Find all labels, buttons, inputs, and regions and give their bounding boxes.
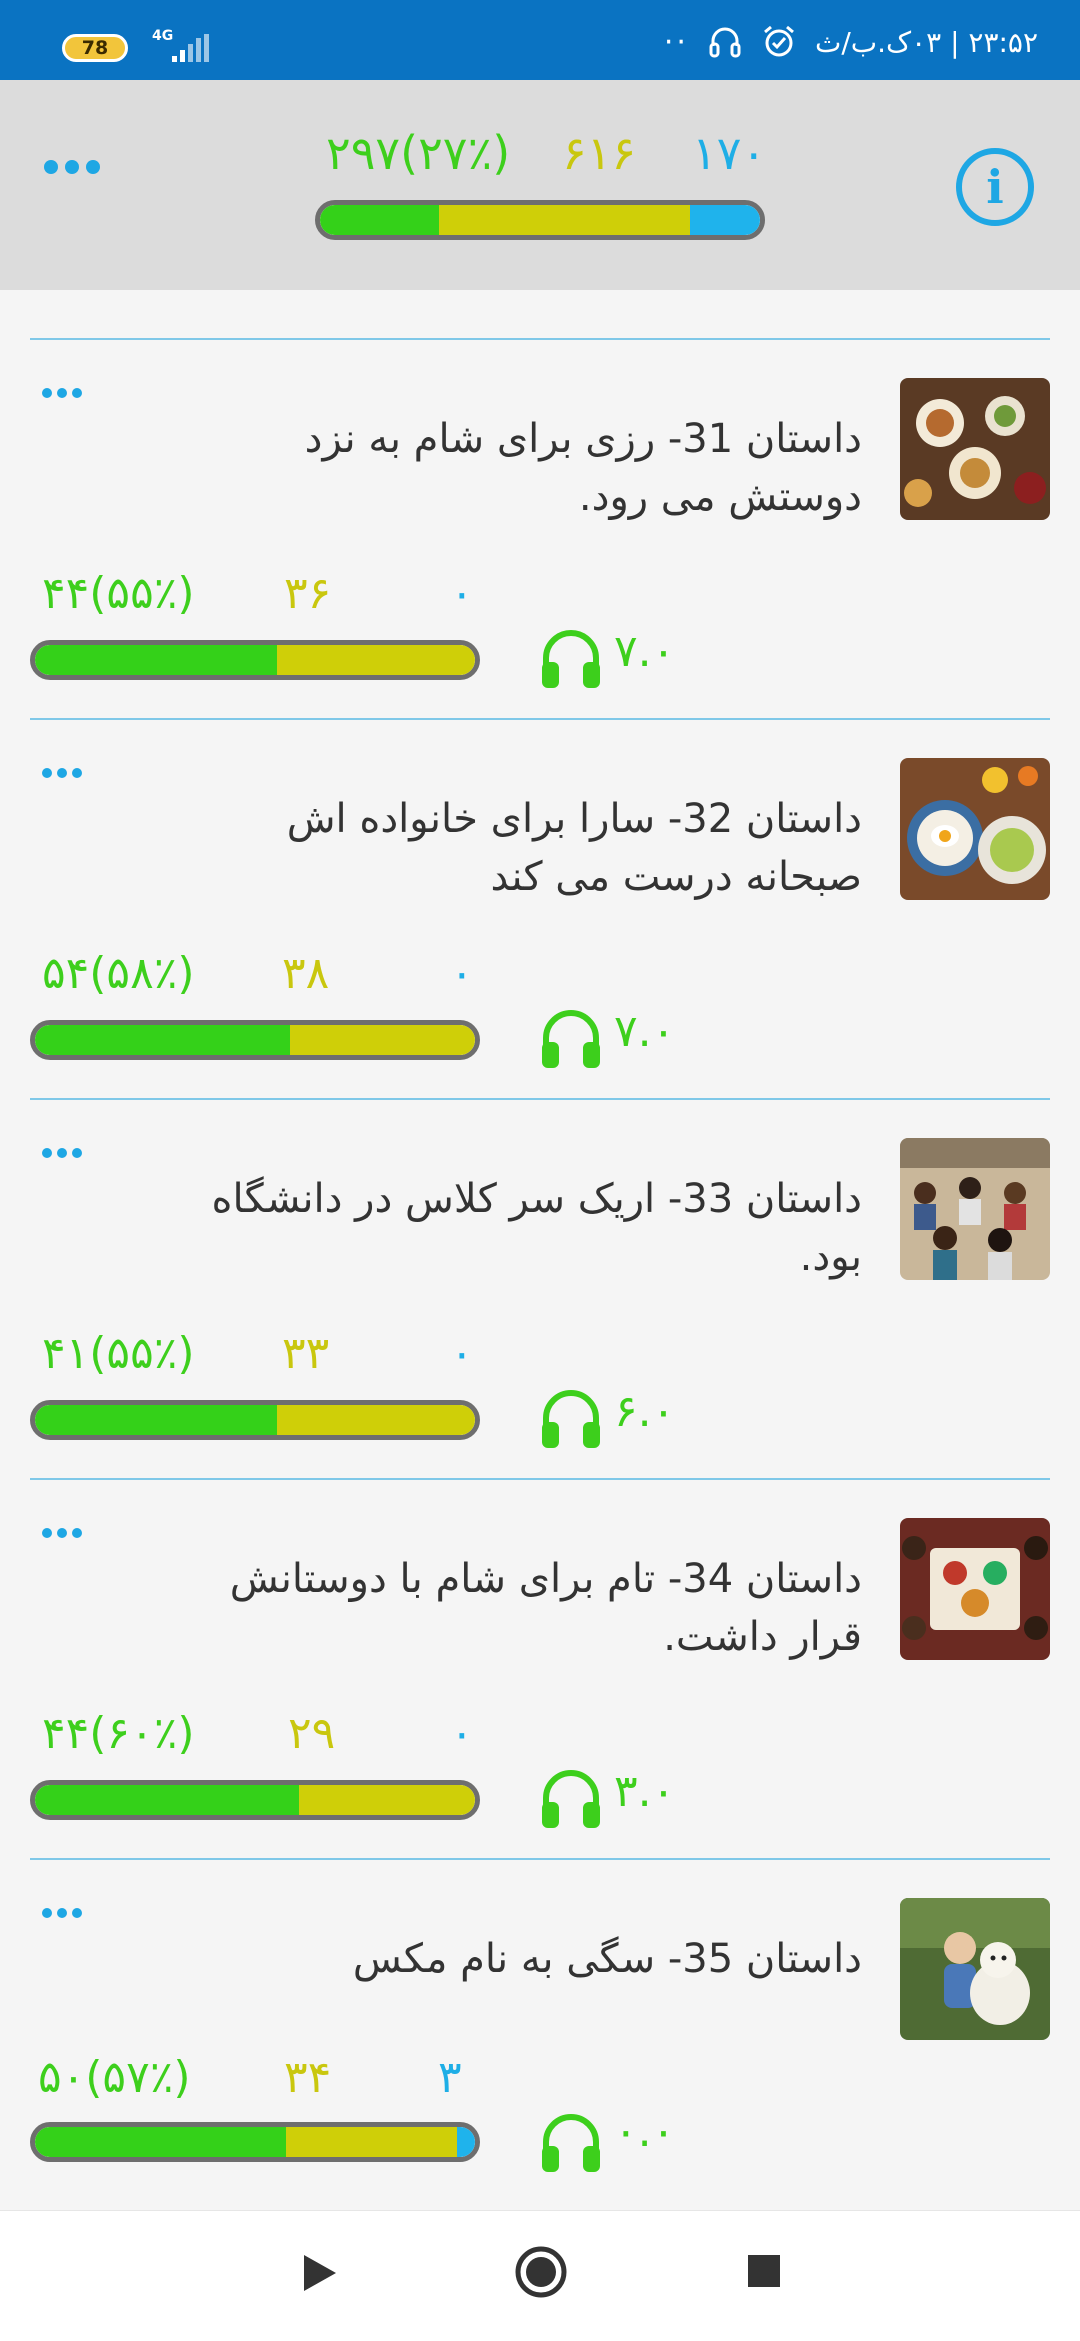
- story-title: داستان 32- سارا برای خانواده اش صبحانه د…: [286, 796, 862, 900]
- story-title: داستان 34- تام برای شام با دوستانش قرار …: [229, 1556, 862, 1660]
- stat-green: ۴۴(۶۰٪): [42, 1708, 195, 1759]
- classroom-photo: [900, 1138, 1050, 1280]
- stat-green: ۵۰(۵۷٪): [38, 2052, 191, 2103]
- breakfast-plates-photo: [900, 758, 1050, 900]
- headphones-status-icon: [709, 27, 741, 58]
- headphones-icon[interactable]: [538, 1766, 604, 1830]
- progress-green: [35, 2127, 286, 2157]
- progress-blue: [689, 205, 760, 235]
- story-duration: ۷.۰: [614, 626, 676, 677]
- stat-yellow: ۳۳: [282, 1328, 330, 1379]
- signal-icon: [172, 34, 209, 62]
- story-stats: ۴۴(۵۵٪) ۳۶ ۰: [30, 568, 474, 624]
- system-nav-bar: [0, 2210, 1080, 2341]
- battery-icon: 78: [62, 34, 128, 62]
- stat-blue: ۳: [438, 2052, 462, 2103]
- stat-yellow: ۳۶: [284, 568, 332, 619]
- story-duration: ۳.۰: [614, 1766, 676, 1817]
- progress-yellow: [277, 1405, 475, 1435]
- alarm-icon: [764, 25, 794, 57]
- progress-yellow: [299, 1785, 475, 1815]
- stat-green: ۴۴(۵۵٪): [42, 568, 195, 619]
- boy-with-dog-photo: [900, 1898, 1050, 2040]
- progress-green: [320, 205, 439, 235]
- story-progress-bar: [30, 1400, 480, 1440]
- progress-green: [35, 1405, 277, 1435]
- stat-blue: ۰: [450, 1328, 474, 1379]
- status-bar: 78 4G ·· ۲۳:۵۲ | ۰۳ک.ب/ث: [0, 0, 1080, 80]
- info-button[interactable]: i: [956, 148, 1034, 226]
- item-more-icon[interactable]: [42, 1148, 82, 1158]
- progress-yellow: [277, 645, 475, 675]
- story-item[interactable]: داستان 32- سارا برای خانواده اش صبحانه د…: [30, 718, 1050, 1100]
- stat-green: ۴۱(۵۵٪): [42, 1328, 195, 1379]
- story-stats: ۵۴(۵۸٪) ۳۸ ۰: [30, 948, 474, 1004]
- story-item[interactable]: داستان 35- سگی به نام مکس ۵۰(۵۷٪) ۳۴ ۳ ۰…: [30, 1858, 1050, 2200]
- item-more-icon[interactable]: [42, 768, 82, 778]
- story-progress-bar: [30, 640, 480, 680]
- stat-yellow: ۳۴: [284, 2052, 332, 2103]
- home-circle-icon[interactable]: [514, 2245, 568, 2299]
- header-stats: ۲۹۷(۲۷٪) ۶۱۶ ۱۷۰: [326, 126, 766, 182]
- more-options-icon[interactable]: [44, 160, 100, 174]
- item-more-icon[interactable]: [42, 1908, 82, 1918]
- headphones-icon[interactable]: [538, 2110, 604, 2174]
- stop-icon[interactable]: [746, 2253, 782, 2289]
- story-progress-bar: [30, 1020, 480, 1060]
- stat-yellow: ۲۹: [288, 1708, 336, 1759]
- stat-blue: ۰: [450, 948, 474, 999]
- story-item[interactable]: داستان 33- اریک سر کلاس در دانشگاه بود. …: [30, 1098, 1050, 1480]
- story-duration: ۶.۰: [614, 1386, 676, 1437]
- status-datetime: ۲۳:۵۲ | ۰۳ک.ب/ث: [814, 25, 1038, 59]
- story-title: داستان 33- اریک سر کلاس در دانشگاه بود.: [211, 1176, 862, 1280]
- headphones-icon[interactable]: [538, 1006, 604, 1070]
- header-bar: [0, 80, 1080, 290]
- story-item[interactable]: داستان 31- رزی برای شام به نزد دوستش می …: [30, 338, 1050, 720]
- stat-blue: ۰: [450, 568, 474, 619]
- story-progress-bar: [30, 1780, 480, 1820]
- header-stat-blue: ۱۷۰: [692, 126, 767, 180]
- headphones-icon[interactable]: [538, 626, 604, 690]
- stat-green: ۵۴(۵۸٪): [42, 948, 195, 999]
- play-icon[interactable]: [300, 2251, 340, 2295]
- header-stat-yellow: ۶۱۶: [562, 126, 637, 180]
- dinner-table-photo: [900, 378, 1050, 520]
- headphones-icon[interactable]: [538, 1386, 604, 1450]
- stat-blue: ۰: [450, 1708, 474, 1759]
- progress-yellow: [290, 1025, 475, 1055]
- item-more-icon[interactable]: [42, 388, 82, 398]
- story-duration: ۰.۰: [614, 2106, 676, 2157]
- progress-blue: [457, 2127, 475, 2157]
- story-stats: ۵۰(۵۷٪) ۳۴ ۳: [30, 2052, 470, 2108]
- progress-yellow: [285, 2127, 458, 2157]
- progress-green: [35, 1785, 299, 1815]
- story-duration: ۷.۰: [614, 1006, 676, 1057]
- story-stats: ۴۱(۵۵٪) ۳۳ ۰: [30, 1328, 474, 1384]
- dinner-friends-photo: [900, 1518, 1050, 1660]
- header-progress-bar: [315, 200, 765, 240]
- stat-yellow: ۳۸: [282, 948, 330, 999]
- header-stat-green: ۲۹۷(۲۷٪): [326, 126, 511, 180]
- progress-green: [35, 645, 277, 675]
- progress-green: [35, 1025, 291, 1055]
- progress-yellow: [438, 205, 690, 235]
- notification-dots: ··: [663, 24, 689, 60]
- story-title: داستان 35- سگی به نام مکس: [352, 1936, 862, 1982]
- story-title: داستان 31- رزی برای شام به نزد دوستش می …: [304, 416, 862, 520]
- story-progress-bar: [30, 2122, 480, 2162]
- item-more-icon[interactable]: [42, 1528, 82, 1538]
- story-stats: ۴۴(۶۰٪) ۲۹ ۰: [30, 1708, 474, 1764]
- story-item[interactable]: داستان 34- تام برای شام با دوستانش قرار …: [30, 1478, 1050, 1860]
